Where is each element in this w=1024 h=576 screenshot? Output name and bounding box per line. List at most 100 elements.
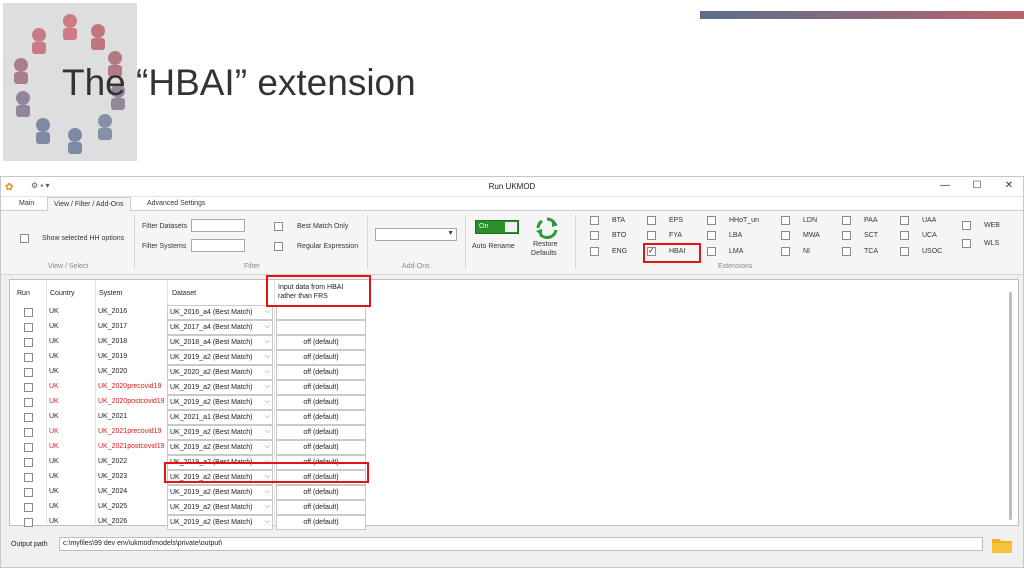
vertical-scrollbar[interactable] — [1009, 292, 1012, 520]
maximize-button[interactable]: ☐ — [967, 180, 987, 191]
tab-view-filter-addons[interactable]: View / Filter / Add-Ons — [47, 197, 131, 212]
table-row[interactable]: UK UK_2026 UK_2019_a2 (Best Match) ⌵ off (de… — [10, 515, 370, 530]
output-path-row: Output path c:\myfiles\99 dev env\ukmod\… — [1, 533, 1023, 563]
filter-datasets-input[interactable] — [191, 219, 245, 232]
dataset-dropdown[interactable]: UK_2019_a2 (Best Match) ⌵ — [167, 350, 273, 365]
table-row[interactable]: UK UK_2017 UK_2017_a4 (Best Match) ⌵ — [10, 320, 370, 335]
ext-usoc-label: USOC — [922, 248, 943, 255]
table-row[interactable]: UK UK_2019 UK_2019_a2 (Best Match) ⌵ off (de… — [10, 350, 370, 365]
country-cell: UK — [49, 353, 59, 360]
ext-tca-checkbox[interactable] — [842, 247, 851, 256]
hbai-option-cell[interactable]: off (default) — [276, 500, 366, 515]
folder-icon[interactable] — [991, 536, 1013, 554]
hbai-option-cell[interactable]: off (default) — [276, 440, 366, 455]
dataset-dropdown[interactable]: UK_2017_a4 (Best Match) ⌵ — [167, 320, 273, 335]
minimize-button[interactable]: — — [935, 180, 955, 191]
ext-sct-checkbox[interactable] — [842, 231, 851, 240]
filter-systems-input[interactable] — [191, 239, 245, 252]
hbai-option-cell[interactable] — [276, 320, 366, 335]
table-row[interactable]: UK UK_2025 UK_2019_a2 (Best Match) ⌵ off (de… — [10, 500, 370, 515]
ext-web-checkbox[interactable] — [962, 221, 971, 230]
run-checkbox[interactable] — [24, 503, 33, 512]
run-checkbox[interactable] — [24, 443, 33, 452]
ext-uaa-checkbox[interactable] — [900, 216, 909, 225]
run-checkbox[interactable] — [24, 473, 33, 482]
hbai-option-cell[interactable]: off (default) — [276, 395, 366, 410]
ext-usoc-checkbox[interactable] — [900, 247, 909, 256]
table-row[interactable]: UK UK_2024 UK_2019_a2 (Best Match) ⌵ off (de… — [10, 485, 370, 500]
show-hh-options-checkbox[interactable] — [20, 234, 29, 243]
dataset-dropdown[interactable]: UK_2019_a2 (Best Match) ⌵ — [167, 395, 273, 410]
ext-mwa-checkbox[interactable] — [781, 231, 790, 240]
country-cell: UK — [49, 398, 59, 405]
ext-ni-checkbox[interactable] — [781, 247, 790, 256]
table-row[interactable]: UK UK_2016 UK_2016_a4 (Best Match) ⌵ — [10, 305, 370, 320]
ext-bta-checkbox[interactable] — [590, 216, 599, 225]
title-bar: ✿ ⚙ ▪ ▾ Run UKMOD — ☐ ✕ — [1, 177, 1023, 197]
dataset-dropdown[interactable]: UK_2018_a4 (Best Match) ⌵ — [167, 335, 273, 350]
hbai-option-cell[interactable]: off (default) — [276, 365, 366, 380]
hbai-option-cell[interactable] — [276, 305, 366, 320]
table-row[interactable]: UK UK_2021precovid19 UK_2019_a2 (Best Matc… — [10, 425, 370, 440]
restore-defaults-icon[interactable] — [535, 216, 559, 240]
table-row[interactable]: UK UK_2021postcovid19 UK_2019_a2 (Best Mat… — [10, 440, 370, 455]
dataset-dropdown[interactable]: UK_2019_a2 (Best Match) ⌵ — [167, 485, 273, 500]
ext-ldn-label: LDN — [803, 217, 818, 224]
dataset-dropdown[interactable]: UK_2019_a2 (Best Match) ⌵ — [167, 440, 273, 455]
hbai-option-cell[interactable]: off (default) — [276, 380, 366, 395]
dataset-dropdown[interactable]: UK_2019_a2 (Best Match) ⌵ — [167, 380, 273, 395]
ext-uca-checkbox[interactable] — [900, 231, 909, 240]
ext-eps-checkbox[interactable] — [647, 216, 656, 225]
dataset-dropdown[interactable]: UK_2020_a2 (Best Match) ⌵ — [167, 365, 273, 380]
view-select-group-label: View / Select — [48, 263, 89, 270]
ext-hhot-un-checkbox[interactable] — [707, 216, 716, 225]
auto-rename-toggle[interactable]: On — [475, 220, 519, 234]
ext-lba-checkbox[interactable] — [707, 231, 716, 240]
hbai-option-value: off (default) — [303, 384, 339, 391]
run-checkbox[interactable] — [24, 398, 33, 407]
run-checkbox[interactable] — [24, 353, 33, 362]
hbai-option-cell[interactable]: off (default) — [276, 425, 366, 440]
dataset-dropdown[interactable]: UK_2016_a4 (Best Match) ⌵ — [167, 305, 273, 320]
ext-lma-checkbox[interactable] — [707, 247, 716, 256]
output-path-input[interactable]: c:\myfiles\99 dev env\ukmod\models\priva… — [59, 537, 983, 551]
hbai-option-cell[interactable]: off (default) — [276, 410, 366, 425]
table-row[interactable]: UK UK_2020 UK_2020_a2 (Best Match) ⌵ off (de… — [10, 365, 370, 380]
table-row[interactable]: UK UK_2018 UK_2018_a4 (Best Match) ⌵ off (de… — [10, 335, 370, 350]
dataset-dropdown[interactable]: UK_2021_a1 (Best Match) ⌵ — [167, 410, 273, 425]
ext-eng-checkbox[interactable] — [590, 247, 599, 256]
table-row[interactable]: UK UK_2020postcovid19 UK_2019_a2 (Best Mat… — [10, 395, 370, 410]
run-checkbox[interactable] — [24, 338, 33, 347]
ext-bto-checkbox[interactable] — [590, 231, 599, 240]
regular-expression-checkbox[interactable] — [274, 242, 283, 251]
run-checkbox[interactable] — [24, 488, 33, 497]
run-checkbox[interactable] — [24, 308, 33, 317]
hbai-option-cell[interactable]: off (default) — [276, 515, 366, 530]
hbai-option-cell[interactable]: off (default) — [276, 335, 366, 350]
tab-advanced-settings[interactable]: Advanced Settings — [141, 197, 211, 211]
table-row[interactable]: UK UK_2020precovid19 UK_2019_a2 (Best Matc… — [10, 380, 370, 395]
table-row[interactable]: UK UK_2021 UK_2021_a1 (Best Match) ⌵ off (de… — [10, 410, 370, 425]
run-checkbox[interactable] — [24, 518, 33, 527]
dataset-dropdown[interactable]: UK_2019_a2 (Best Match) ⌵ — [167, 515, 273, 530]
run-checkbox[interactable] — [24, 458, 33, 467]
ext-ldn-checkbox[interactable] — [781, 216, 790, 225]
chevron-down-icon: ⌵ — [264, 413, 270, 420]
run-checkbox[interactable] — [24, 428, 33, 437]
run-checkbox[interactable] — [24, 368, 33, 377]
tab-main[interactable]: Main — [13, 197, 40, 211]
run-checkbox[interactable] — [24, 413, 33, 422]
addons-dropdown[interactable]: ▼ — [375, 228, 457, 241]
dataset-value: UK_2017_a4 (Best Match) — [170, 324, 253, 331]
ext-paa-checkbox[interactable] — [842, 216, 851, 225]
hbai-option-cell[interactable]: off (default) — [276, 485, 366, 500]
ext-fya-checkbox[interactable] — [647, 231, 656, 240]
best-match-only-checkbox[interactable] — [274, 222, 283, 231]
hbai-option-cell[interactable]: off (default) — [276, 350, 366, 365]
close-button[interactable]: ✕ — [999, 180, 1019, 191]
run-checkbox[interactable] — [24, 323, 33, 332]
dataset-dropdown[interactable]: UK_2019_a2 (Best Match) ⌵ — [167, 500, 273, 515]
run-checkbox[interactable] — [24, 383, 33, 392]
dataset-dropdown[interactable]: UK_2019_a2 (Best Match) ⌵ — [167, 425, 273, 440]
ext-wls-checkbox[interactable] — [962, 239, 971, 248]
